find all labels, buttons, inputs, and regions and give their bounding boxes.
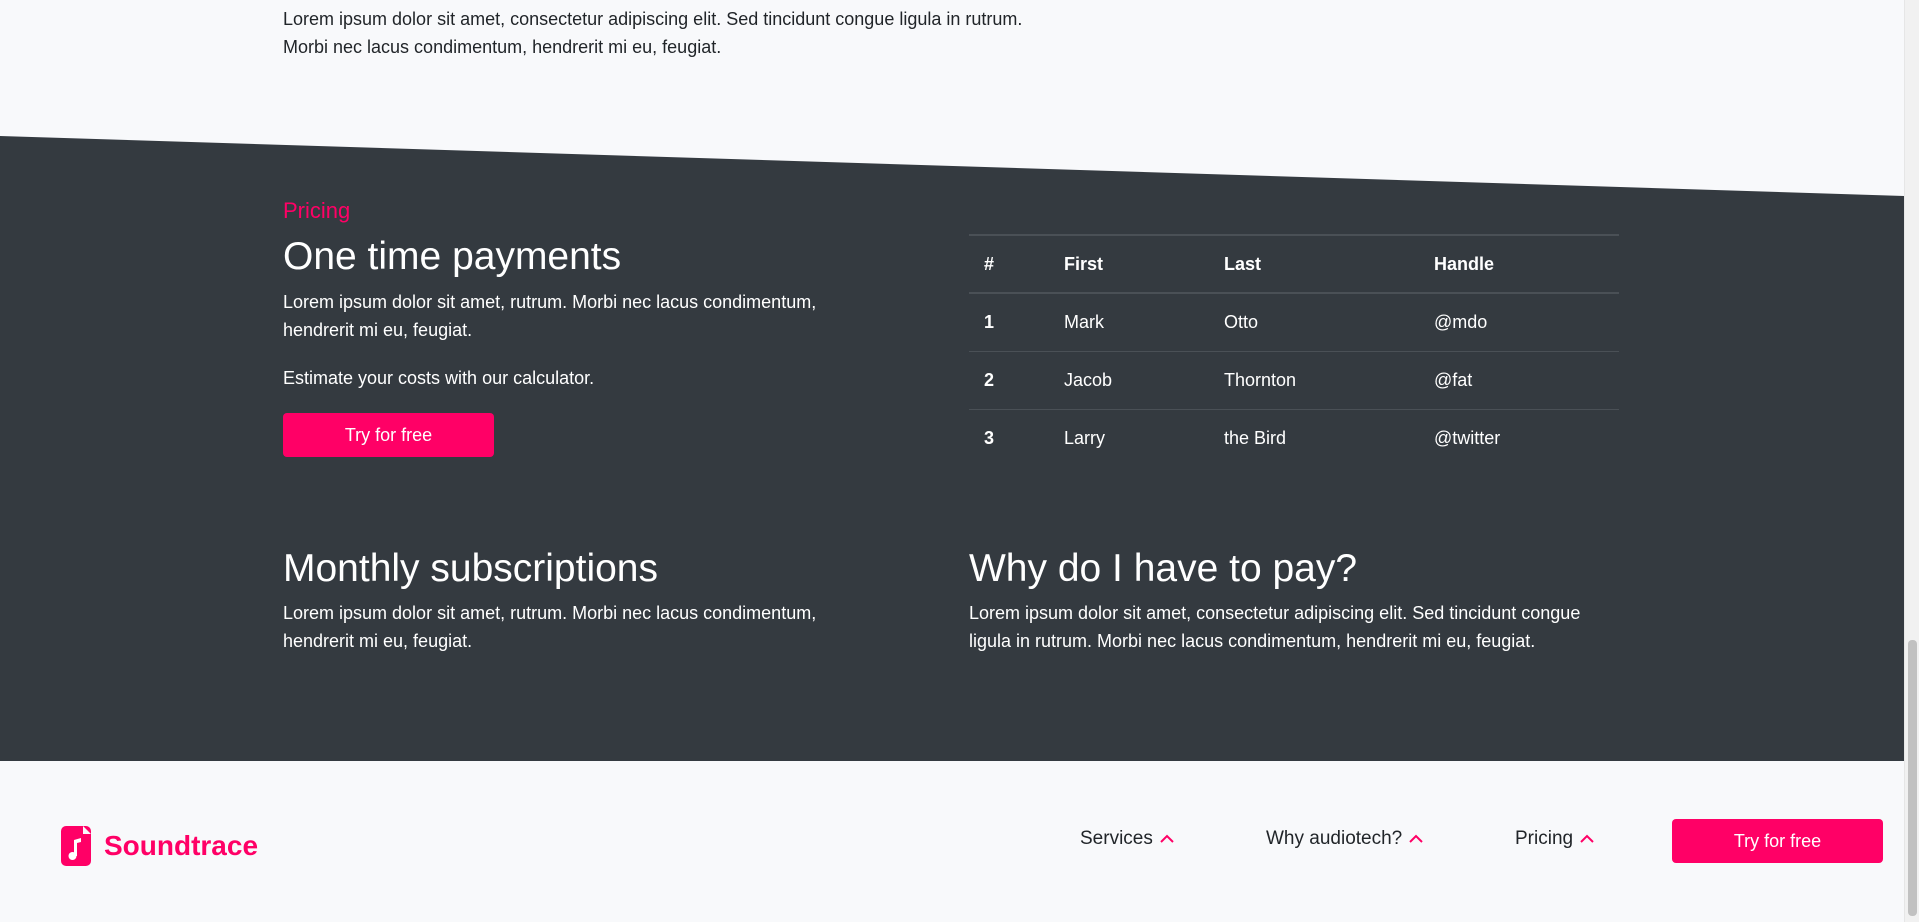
monthly-paragraph: Lorem ipsum dolor sit amet, rutrum. Morb… bbox=[283, 603, 817, 651]
pricing-paragraph: Lorem ipsum dolor sit amet, rutrum. Morb… bbox=[283, 292, 817, 340]
nav-item-why-audiotech[interactable]: Why audiotech? bbox=[1266, 828, 1424, 850]
table-header: Handle bbox=[1419, 234, 1619, 294]
table-row: 3 Larry the Bird @twitter bbox=[969, 409, 1619, 467]
monthly-heading: Monthly subscriptions bbox=[283, 547, 658, 590]
table-header-row: # First Last Handle bbox=[969, 234, 1619, 294]
pricing-table: # First Last Handle 1 Mark Otto @mdo 2 J… bbox=[969, 234, 1619, 467]
table-cell: Jacob bbox=[1049, 351, 1209, 410]
footer-try-for-free-button[interactable]: Try for free bbox=[1672, 819, 1883, 863]
pricing-heading: One time payments bbox=[283, 235, 622, 278]
table-row: 1 Mark Otto @mdo bbox=[969, 293, 1619, 352]
nav-item-label: Services bbox=[1080, 828, 1153, 849]
page: Lorem ipsum dolor sit amet, consectetur … bbox=[0, 0, 1904, 922]
brand-logo[interactable]: Soundtrace bbox=[61, 826, 258, 866]
calculator-text: Estimate your costs with our calculator. bbox=[283, 368, 595, 388]
chevron-up-icon bbox=[1159, 828, 1175, 850]
table-cell: Mark bbox=[1049, 293, 1209, 352]
why-pay-heading: Why do I have to pay? bbox=[969, 547, 1358, 590]
table-cell: 1 bbox=[969, 293, 1049, 352]
table-cell: @fat bbox=[1419, 351, 1619, 410]
table-header: Last bbox=[1209, 234, 1419, 294]
table-cell: 3 bbox=[984, 427, 995, 448]
why-pay-paragraph: Lorem ipsum dolor sit amet, consectetur … bbox=[969, 603, 1581, 651]
table-cell: @twitter bbox=[1434, 427, 1501, 448]
table-header: First bbox=[1049, 234, 1209, 294]
nav-item-pricing[interactable]: Pricing bbox=[1515, 828, 1595, 850]
table-cell: Larry bbox=[1064, 427, 1106, 448]
table-cell: Thornton bbox=[1209, 351, 1419, 410]
try-for-free-button[interactable]: Try for free bbox=[283, 413, 494, 457]
table-cell: @mdo bbox=[1419, 293, 1619, 352]
nav-item-label: Pricing bbox=[1515, 828, 1574, 849]
table-cell: Otto bbox=[1209, 293, 1419, 352]
chevron-up-icon bbox=[1579, 828, 1595, 850]
table-row: 2 Jacob Thornton @fat bbox=[969, 351, 1619, 410]
brand-name: Soundtrace bbox=[104, 830, 259, 861]
nav-item-services[interactable]: Services bbox=[1080, 828, 1175, 850]
section-eyebrow: Pricing bbox=[283, 198, 351, 223]
nav-item-label: Why audiotech? bbox=[1266, 828, 1403, 849]
page-scrollbar[interactable] bbox=[1904, 0, 1919, 922]
intro-paragraph: Lorem ipsum dolor sit amet, consectetur … bbox=[283, 9, 1023, 57]
chevron-up-icon bbox=[1408, 828, 1424, 850]
music-file-icon bbox=[61, 826, 91, 866]
table-header: # bbox=[969, 234, 1049, 294]
scrollbar-thumb[interactable] bbox=[1908, 640, 1917, 916]
table-cell: 2 bbox=[969, 351, 1049, 410]
table-cell: the Bird bbox=[1224, 427, 1287, 448]
